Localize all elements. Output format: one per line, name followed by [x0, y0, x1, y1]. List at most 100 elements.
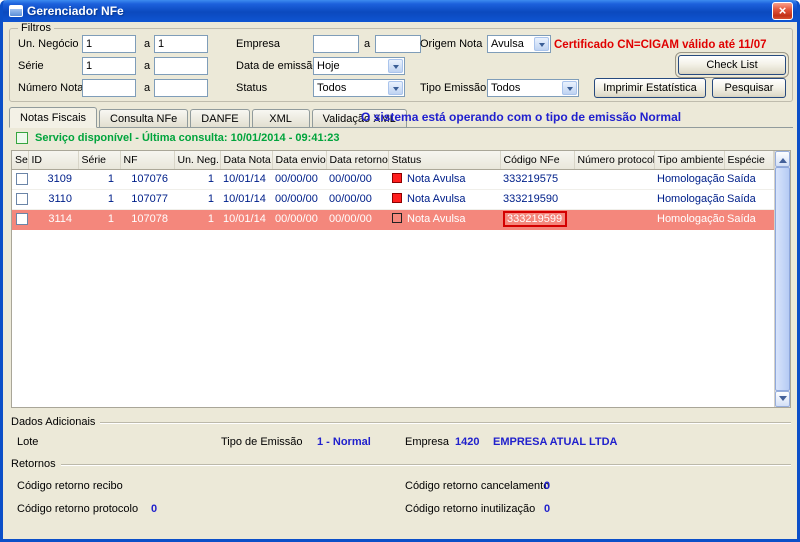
sel-cell [12, 169, 28, 190]
column-header[interactable]: Sel [12, 151, 29, 170]
protocolo-cell [574, 209, 654, 230]
numero-nota-from-input[interactable] [82, 79, 136, 97]
service-available-icon [16, 132, 28, 144]
emission-mode-message: O sistema está operando com o tipo de em… [361, 110, 682, 124]
numero-nota-to-input[interactable] [154, 79, 208, 97]
data-retorno-cell: 00/00/00 [326, 209, 388, 230]
chevron-down-icon[interactable] [388, 81, 403, 95]
column-header[interactable]: Data envio [272, 151, 327, 170]
table-row[interactable]: 3110 1 107077 1 10/01/14 00/00/00 00/00/… [12, 189, 774, 210]
tab[interactable]: DANFE [190, 109, 250, 127]
range-a-label: a [144, 60, 151, 72]
tipo-emissao-label: Tipo Emissão [420, 82, 487, 94]
tab-label: DANFE [201, 112, 239, 125]
un-neg-cell: 1 [174, 209, 220, 230]
column-header[interactable]: Código NFe [500, 151, 575, 170]
chevron-down-icon[interactable] [562, 81, 577, 95]
serie-from-input[interactable] [82, 57, 136, 75]
codigo-nfe-value: 333219599 [503, 211, 567, 227]
codigo-nfe-value: 333219590 [503, 193, 559, 205]
row-checkbox[interactable] [16, 213, 28, 226]
data-emissao-select[interactable]: Hoje [313, 57, 405, 75]
retorno-protocolo-value: 0 [151, 503, 158, 515]
scrollbar-thumb[interactable] [775, 167, 790, 391]
protocolo-cell [574, 169, 654, 190]
dados-adicionais-header: Dados Adicionais [11, 416, 791, 428]
tipo-emissao-select[interactable]: Todos [487, 79, 579, 97]
status-filter-label: Status [236, 82, 268, 94]
serie-cell: 1 [78, 209, 120, 230]
column-header[interactable]: Data Nota [220, 151, 273, 170]
id-cell: 3110 [28, 189, 78, 210]
column-header[interactable]: ID [28, 151, 79, 170]
invoice-grid: SelIDSérieNFUn. Neg.Data NotaData envioD… [11, 150, 791, 408]
vertical-scrollbar[interactable] [774, 151, 790, 407]
range-a-label: a [144, 38, 151, 50]
status-cell: Nota Avulsa [388, 209, 500, 230]
certificate-status: Certificado CN=CIGAM válido até 11/07 [554, 39, 767, 51]
tab-label: XML [269, 112, 292, 125]
nf-cell: 107078 [120, 209, 174, 230]
retornos-header: Retornos [11, 458, 791, 470]
scroll-down-icon[interactable] [775, 391, 790, 407]
codigo-nfe-cell: 333219590 [500, 189, 574, 210]
empresa-from-input[interactable] [313, 35, 359, 53]
origem-nota-select[interactable]: Avulsa [487, 35, 551, 53]
codigo-nfe-value: 333219575 [503, 173, 559, 185]
serie-label: Série [18, 60, 44, 72]
column-header[interactable]: Status [388, 151, 501, 170]
check-list-button[interactable]: Check List [675, 52, 789, 78]
titlebar[interactable]: Gerenciador NFe × [3, 0, 797, 22]
close-icon[interactable]: × [772, 2, 793, 20]
status-select[interactable]: Todos [313, 79, 405, 97]
tab[interactable]: Notas Fiscais [9, 107, 98, 128]
status-cell: Nota Avulsa [388, 189, 500, 210]
tab-label: Consulta NFe [110, 112, 178, 125]
table-row[interactable]: 3114 1 107078 1 10/01/14 00/00/00 00/00/… [12, 209, 774, 230]
tipo-ambiente-cell: Homologação [654, 169, 724, 190]
un-negocio-label: Un. Negócio [18, 38, 79, 50]
empresa-to-input[interactable] [375, 35, 421, 53]
tabs: Notas Fiscais Consulta NFe DANFE XML Val… [9, 107, 409, 128]
scroll-up-icon[interactable] [775, 151, 790, 167]
row-checkbox[interactable] [16, 193, 28, 206]
table-row[interactable]: 3109 1 107076 1 10/01/14 00/00/00 00/00/… [12, 169, 774, 190]
un-negocio-to-input[interactable] [154, 35, 208, 53]
chevron-down-icon[interactable] [534, 37, 549, 51]
column-header[interactable]: Número protocolo [574, 151, 655, 170]
status-icon [392, 173, 402, 183]
data-retorno-cell: 00/00/00 [326, 189, 388, 210]
service-status-text: Serviço disponível - Última consulta: 10… [35, 132, 340, 144]
column-header[interactable]: Espécie [724, 151, 774, 170]
data-emissao-label: Data de emissão [236, 60, 319, 72]
serie-to-input[interactable] [154, 57, 208, 75]
status-text: Nota Avulsa [407, 173, 466, 185]
status-text: Nota Avulsa [407, 193, 466, 205]
tab[interactable]: XML [251, 109, 310, 127]
range-a-label: a [144, 82, 151, 94]
especie-cell: Saída [724, 189, 774, 210]
imprimir-estatistica-button[interactable]: Imprimir Estatística [594, 78, 706, 98]
column-header[interactable]: Data retorno [326, 151, 389, 170]
column-header[interactable]: Série [78, 151, 121, 170]
tipo-ambiente-cell: Homologação [654, 209, 724, 230]
tab-bar: Notas Fiscais Consulta NFe DANFE XML Val… [9, 106, 793, 128]
column-header[interactable]: Tipo ambiente [654, 151, 725, 170]
column-header[interactable]: NF [120, 151, 175, 170]
app-window: Gerenciador NFe × Filtros Un. Negócio a … [0, 0, 800, 542]
codigo-nfe-cell: 333219599 [500, 209, 574, 230]
tab[interactable]: Consulta NFe [99, 109, 189, 127]
column-header[interactable]: Un. Neg. [174, 151, 221, 170]
sel-cell [12, 189, 28, 210]
un-negocio-from-input[interactable] [82, 35, 136, 53]
tab-label: Notas Fiscais [20, 111, 87, 124]
serie-cell: 1 [78, 189, 120, 210]
filters-group: Filtros Un. Negócio a Série a Número Not… [9, 22, 793, 102]
status-value: Todos [317, 82, 347, 94]
chevron-down-icon[interactable] [388, 59, 403, 73]
row-checkbox[interactable] [16, 173, 28, 186]
especie-cell: Saída [724, 209, 774, 230]
retorno-protocolo-label: Código retorno protocolo [17, 503, 139, 515]
especie-cell: Saída [724, 169, 774, 190]
pesquisar-button[interactable]: Pesquisar [712, 78, 786, 98]
